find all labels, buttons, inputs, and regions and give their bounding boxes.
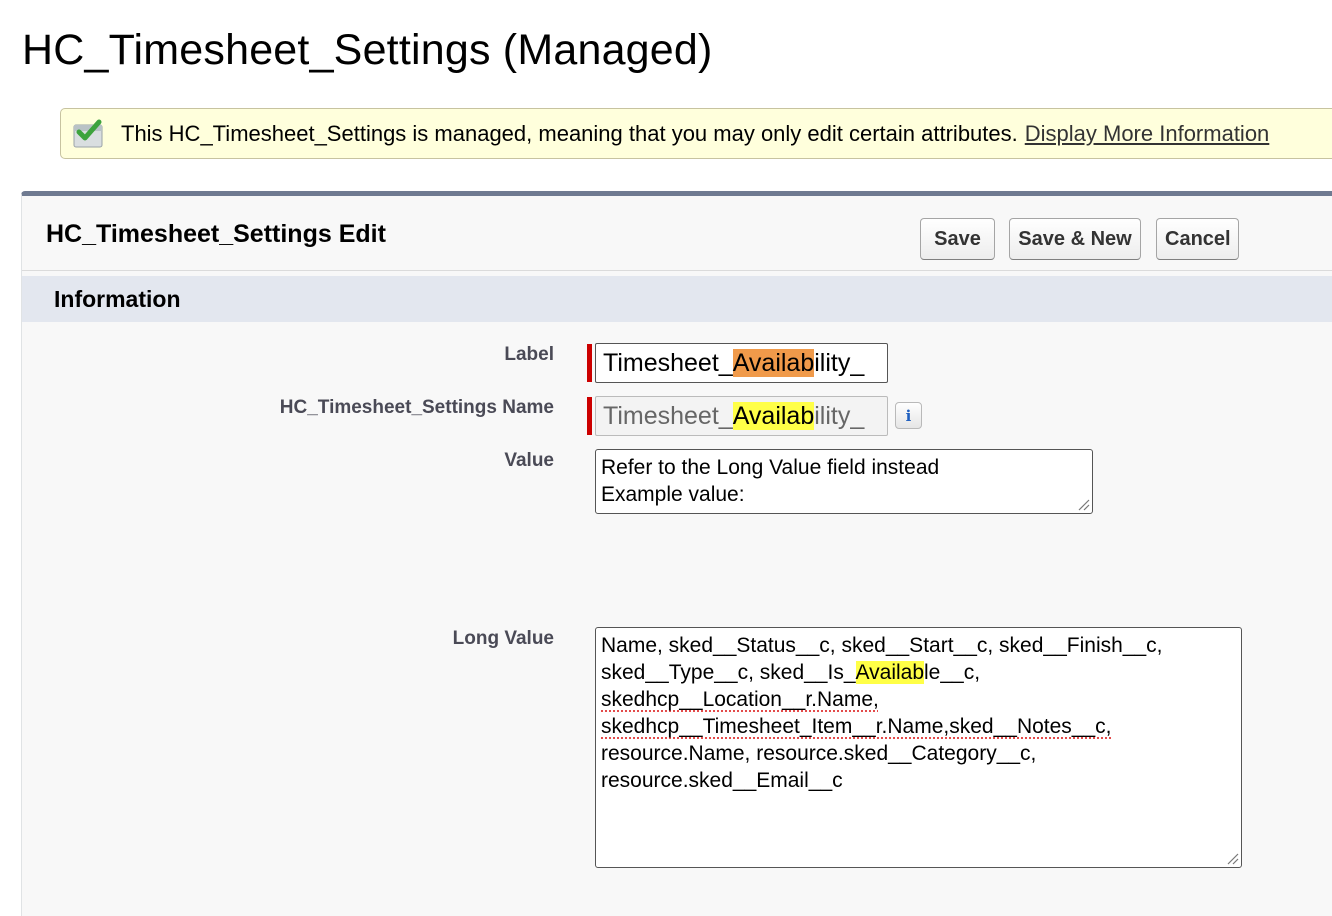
save-and-new-button[interactable]: Save & New (1009, 218, 1141, 260)
long-value-line: resource.sked__Email__c (601, 769, 843, 792)
managed-check-icon (73, 119, 103, 147)
name-value-highlight: Availab (732, 402, 815, 430)
name-value-prefix: Timesheet_ (603, 402, 733, 430)
edit-block-header: HC_Timesheet_Settings Edit Save Save & N… (22, 196, 1332, 271)
section-title: Information (54, 286, 181, 312)
required-indicator (587, 397, 592, 435)
edit-block: HC_Timesheet_Settings Edit Save Save & N… (21, 191, 1332, 916)
long-value-line: skedhcp__Timesheet_Item__r.Name,sked__No… (601, 715, 1112, 738)
long-value-line: sked__Type__c, sked__Is_Available__c, (601, 659, 1236, 686)
name-value-suffix: ility_ (814, 402, 865, 430)
edit-block-title: HC_Timesheet_Settings Edit (46, 220, 386, 248)
required-indicator (587, 344, 592, 382)
save-button[interactable]: Save (920, 218, 995, 260)
long-value-field-label: Long Value (452, 628, 554, 649)
resize-grip-icon[interactable] (1225, 851, 1239, 865)
long-value-highlight: Availab (855, 661, 925, 684)
managed-info-banner: This HC_Timesheet_Settings is managed, m… (60, 108, 1332, 159)
name-input: Timesheet_Availability_ (595, 396, 888, 436)
label-value-highlight: Availab (732, 349, 815, 377)
long-value-line: resource.Name, resource.sked__Category__… (601, 742, 1037, 765)
label-input[interactable]: Timesheet_Availability_ (595, 343, 888, 383)
long-value-line: skedhcp__Location__r.Name, (601, 688, 879, 711)
label-field-label: Label (504, 344, 554, 365)
value-line: Refer to the Long Value field instead (601, 456, 940, 479)
name-field-label: HC_Timesheet_Settings Name (279, 397, 554, 418)
resize-grip-icon[interactable] (1076, 497, 1090, 511)
label-value-suffix: ility_ (814, 349, 865, 377)
long-value-line: Name, sked__Status__c, sked__Start__c, s… (601, 634, 1163, 657)
label-value-prefix: Timesheet_ (603, 349, 733, 377)
section-header-information: Information (22, 276, 1332, 322)
long-value-line2-suffix: le__c, (924, 661, 981, 684)
display-more-information-link[interactable]: Display More Information (1025, 121, 1270, 147)
page-title: HC_Timesheet_Settings (Managed) (22, 26, 713, 74)
banner-message: This HC_Timesheet_Settings is managed, m… (121, 120, 1018, 146)
long-value-line2-prefix: sked__Type__c, sked__Is_ (601, 661, 856, 684)
cancel-button[interactable]: Cancel (1156, 218, 1239, 260)
value-textarea[interactable]: Refer to the Long Value field instead Ex… (595, 449, 1093, 514)
value-field-label: Value (504, 450, 554, 471)
long-value-textarea[interactable]: Name, sked__Status__c, sked__Start__c, s… (595, 627, 1242, 868)
value-line: Example value: (601, 483, 745, 506)
info-icon[interactable]: i (895, 402, 922, 429)
